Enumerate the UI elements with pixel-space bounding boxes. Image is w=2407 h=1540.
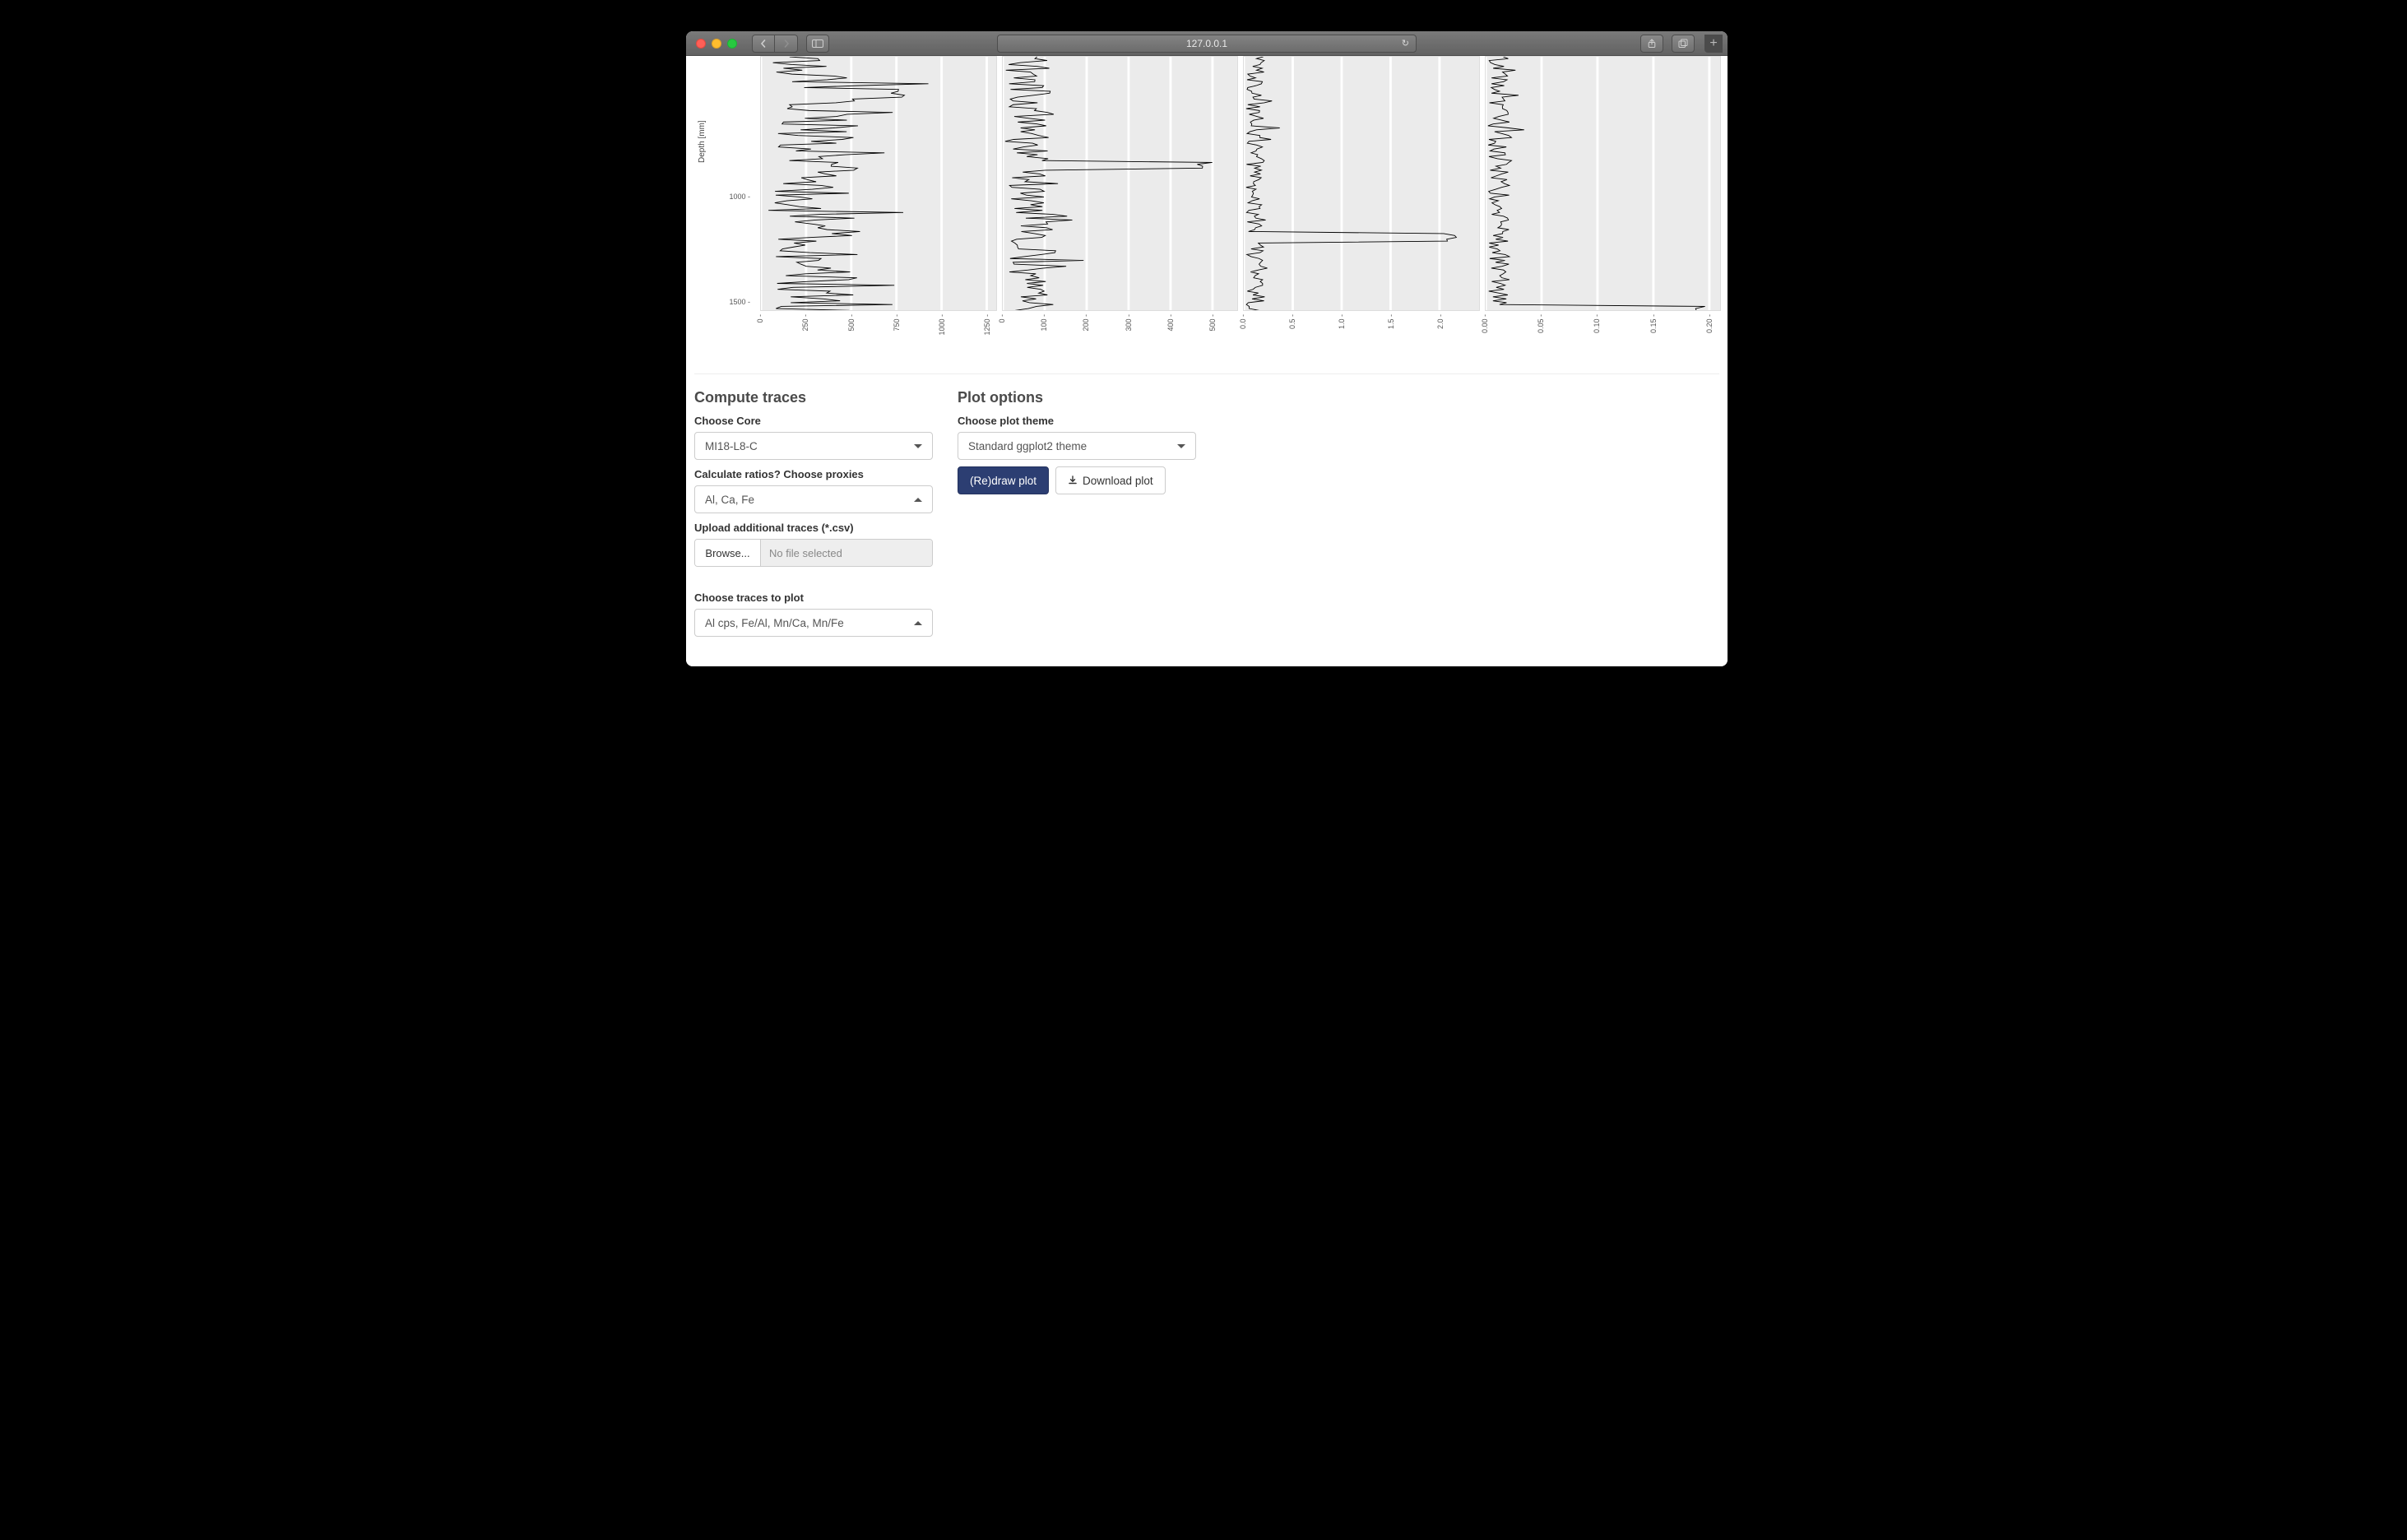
- x-tick: 0.20 -: [1705, 314, 1714, 333]
- y-axis-label: Depth [mm]: [698, 120, 707, 163]
- choose-traces-value: Al cps, Fe/Al, Mn/Ca, Mn/Fe: [705, 617, 844, 629]
- y-tick: 1500 -: [729, 298, 750, 306]
- x-tick: 0.5 -: [1288, 314, 1296, 329]
- share-icon[interactable]: [1640, 35, 1663, 53]
- x-tick: 1.0 -: [1338, 314, 1346, 329]
- plot-options-column: Plot options Choose plot theme Standard …: [958, 383, 1196, 637]
- x-tick: 0.00 -: [1481, 314, 1489, 333]
- close-window-button[interactable]: [696, 39, 706, 49]
- chevron-up-icon: [914, 621, 922, 625]
- chevron-up-icon: [914, 498, 922, 502]
- plot-options-heading: Plot options: [958, 389, 1196, 406]
- ratios-label: Calculate ratios? Choose proxies: [694, 468, 933, 480]
- url-text: 127.0.0.1: [1186, 38, 1227, 49]
- x-tick: 0.10 -: [1593, 314, 1601, 333]
- x-tick-group: 0.0 -0.5 -1.0 -1.5 -2.0 -: [1243, 314, 1480, 355]
- minimize-window-button[interactable]: [712, 39, 721, 49]
- download-icon: [1068, 475, 1078, 485]
- chevron-down-icon: [1177, 444, 1185, 448]
- browser-titlebar: ① 127.0.0.1 ↻ +: [686, 31, 1728, 56]
- plot-panels: [760, 56, 1721, 311]
- x-tick: 200 -: [1082, 314, 1090, 332]
- x-tick: 2.0 -: [1436, 314, 1445, 329]
- browser-window: ① 127.0.0.1 ↻ + Depth [mm] 1000 - 1500 -: [686, 31, 1728, 666]
- choose-theme-label: Choose plot theme: [958, 415, 1196, 427]
- x-tick-group: 0.00 -0.05 -0.10 -0.15 -0.20 -: [1485, 314, 1722, 355]
- chevron-down-icon: [914, 444, 922, 448]
- window-controls: [696, 39, 737, 49]
- controls-row: Compute traces Choose Core MI18-L8-C Cal…: [686, 374, 1728, 661]
- x-tick: 1000 -: [938, 314, 946, 336]
- page-content: Depth [mm] 1000 - 1500 - 0 - 250 - 500 - 750…: [686, 56, 1728, 666]
- redraw-button[interactable]: (Re)draw plot: [958, 466, 1049, 494]
- x-tick: 0 -: [998, 314, 1006, 323]
- x-tick-group: 0 -250 -500 -750 -1000 -1250 -: [760, 314, 997, 355]
- new-tab-button[interactable]: +: [1704, 35, 1723, 53]
- tabs-icon[interactable]: [1672, 35, 1695, 53]
- x-tick: 0 -: [756, 314, 764, 323]
- choose-theme-select[interactable]: Standard ggplot2 theme: [958, 432, 1196, 460]
- plot-panel: [1002, 56, 1239, 311]
- download-label: Download plot: [1083, 475, 1153, 487]
- x-tick: 500 -: [1208, 314, 1217, 332]
- y-tick: 1000 -: [729, 192, 750, 201]
- x-tick: 250 -: [801, 314, 809, 332]
- upload-label: Upload additional traces (*.csv): [694, 522, 933, 534]
- x-tick: 500 -: [847, 314, 856, 332]
- x-tick: 300 -: [1125, 314, 1133, 332]
- back-button[interactable]: [752, 35, 775, 53]
- compute-traces-heading: Compute traces: [694, 389, 933, 406]
- plot-area: Depth [mm] 1000 - 1500 - 0 - 250 - 500 - 750…: [686, 56, 1728, 360]
- x-tick: 750 -: [893, 314, 901, 332]
- file-placeholder: No file selected: [761, 540, 932, 566]
- x-tick: 400 -: [1166, 314, 1175, 332]
- sidebar-toggle-icon[interactable]: [806, 35, 829, 53]
- redraw-label: (Re)draw plot: [970, 475, 1037, 487]
- choose-core-label: Choose Core: [694, 415, 933, 427]
- x-tick: 1.5 -: [1387, 314, 1395, 329]
- refresh-icon[interactable]: ↻: [1402, 38, 1409, 49]
- forward-button[interactable]: [775, 35, 798, 53]
- choose-traces-label: Choose traces to plot: [694, 591, 933, 604]
- choose-theme-value: Standard ggplot2 theme: [968, 440, 1087, 452]
- x-tick: 0.0 -: [1239, 314, 1247, 329]
- download-button[interactable]: Download plot: [1055, 466, 1166, 494]
- choose-core-select[interactable]: MI18-L8-C: [694, 432, 933, 460]
- browse-button[interactable]: Browse...: [695, 540, 761, 566]
- url-bar[interactable]: 127.0.0.1 ↻: [997, 35, 1417, 53]
- nav-buttons: [752, 35, 798, 53]
- x-tick: 1250 -: [983, 314, 991, 336]
- x-tick: 0.15 -: [1649, 314, 1658, 333]
- choose-traces-select[interactable]: Al cps, Fe/Al, Mn/Ca, Mn/Fe: [694, 609, 933, 637]
- x-axis-ticks: 0 -250 -500 -750 -1000 -1250 -0 -100 -20…: [760, 314, 1721, 355]
- x-tick: 0.05 -: [1537, 314, 1545, 333]
- x-tick-group: 0 -100 -200 -300 -400 -500 -: [1002, 314, 1239, 355]
- plot-panel: [760, 56, 997, 311]
- file-input: Browse... No file selected: [694, 539, 933, 567]
- x-tick: 100 -: [1040, 314, 1048, 332]
- ratios-value: Al, Ca, Fe: [705, 494, 754, 506]
- y-axis-ticks: 1000 - 1500 -: [711, 56, 752, 311]
- plot-panel: [1485, 56, 1722, 311]
- ratios-select[interactable]: Al, Ca, Fe: [694, 485, 933, 513]
- maximize-window-button[interactable]: [727, 39, 737, 49]
- choose-core-value: MI18-L8-C: [705, 440, 758, 452]
- compute-column: Compute traces Choose Core MI18-L8-C Cal…: [694, 383, 933, 637]
- plot-panel: [1243, 56, 1480, 311]
